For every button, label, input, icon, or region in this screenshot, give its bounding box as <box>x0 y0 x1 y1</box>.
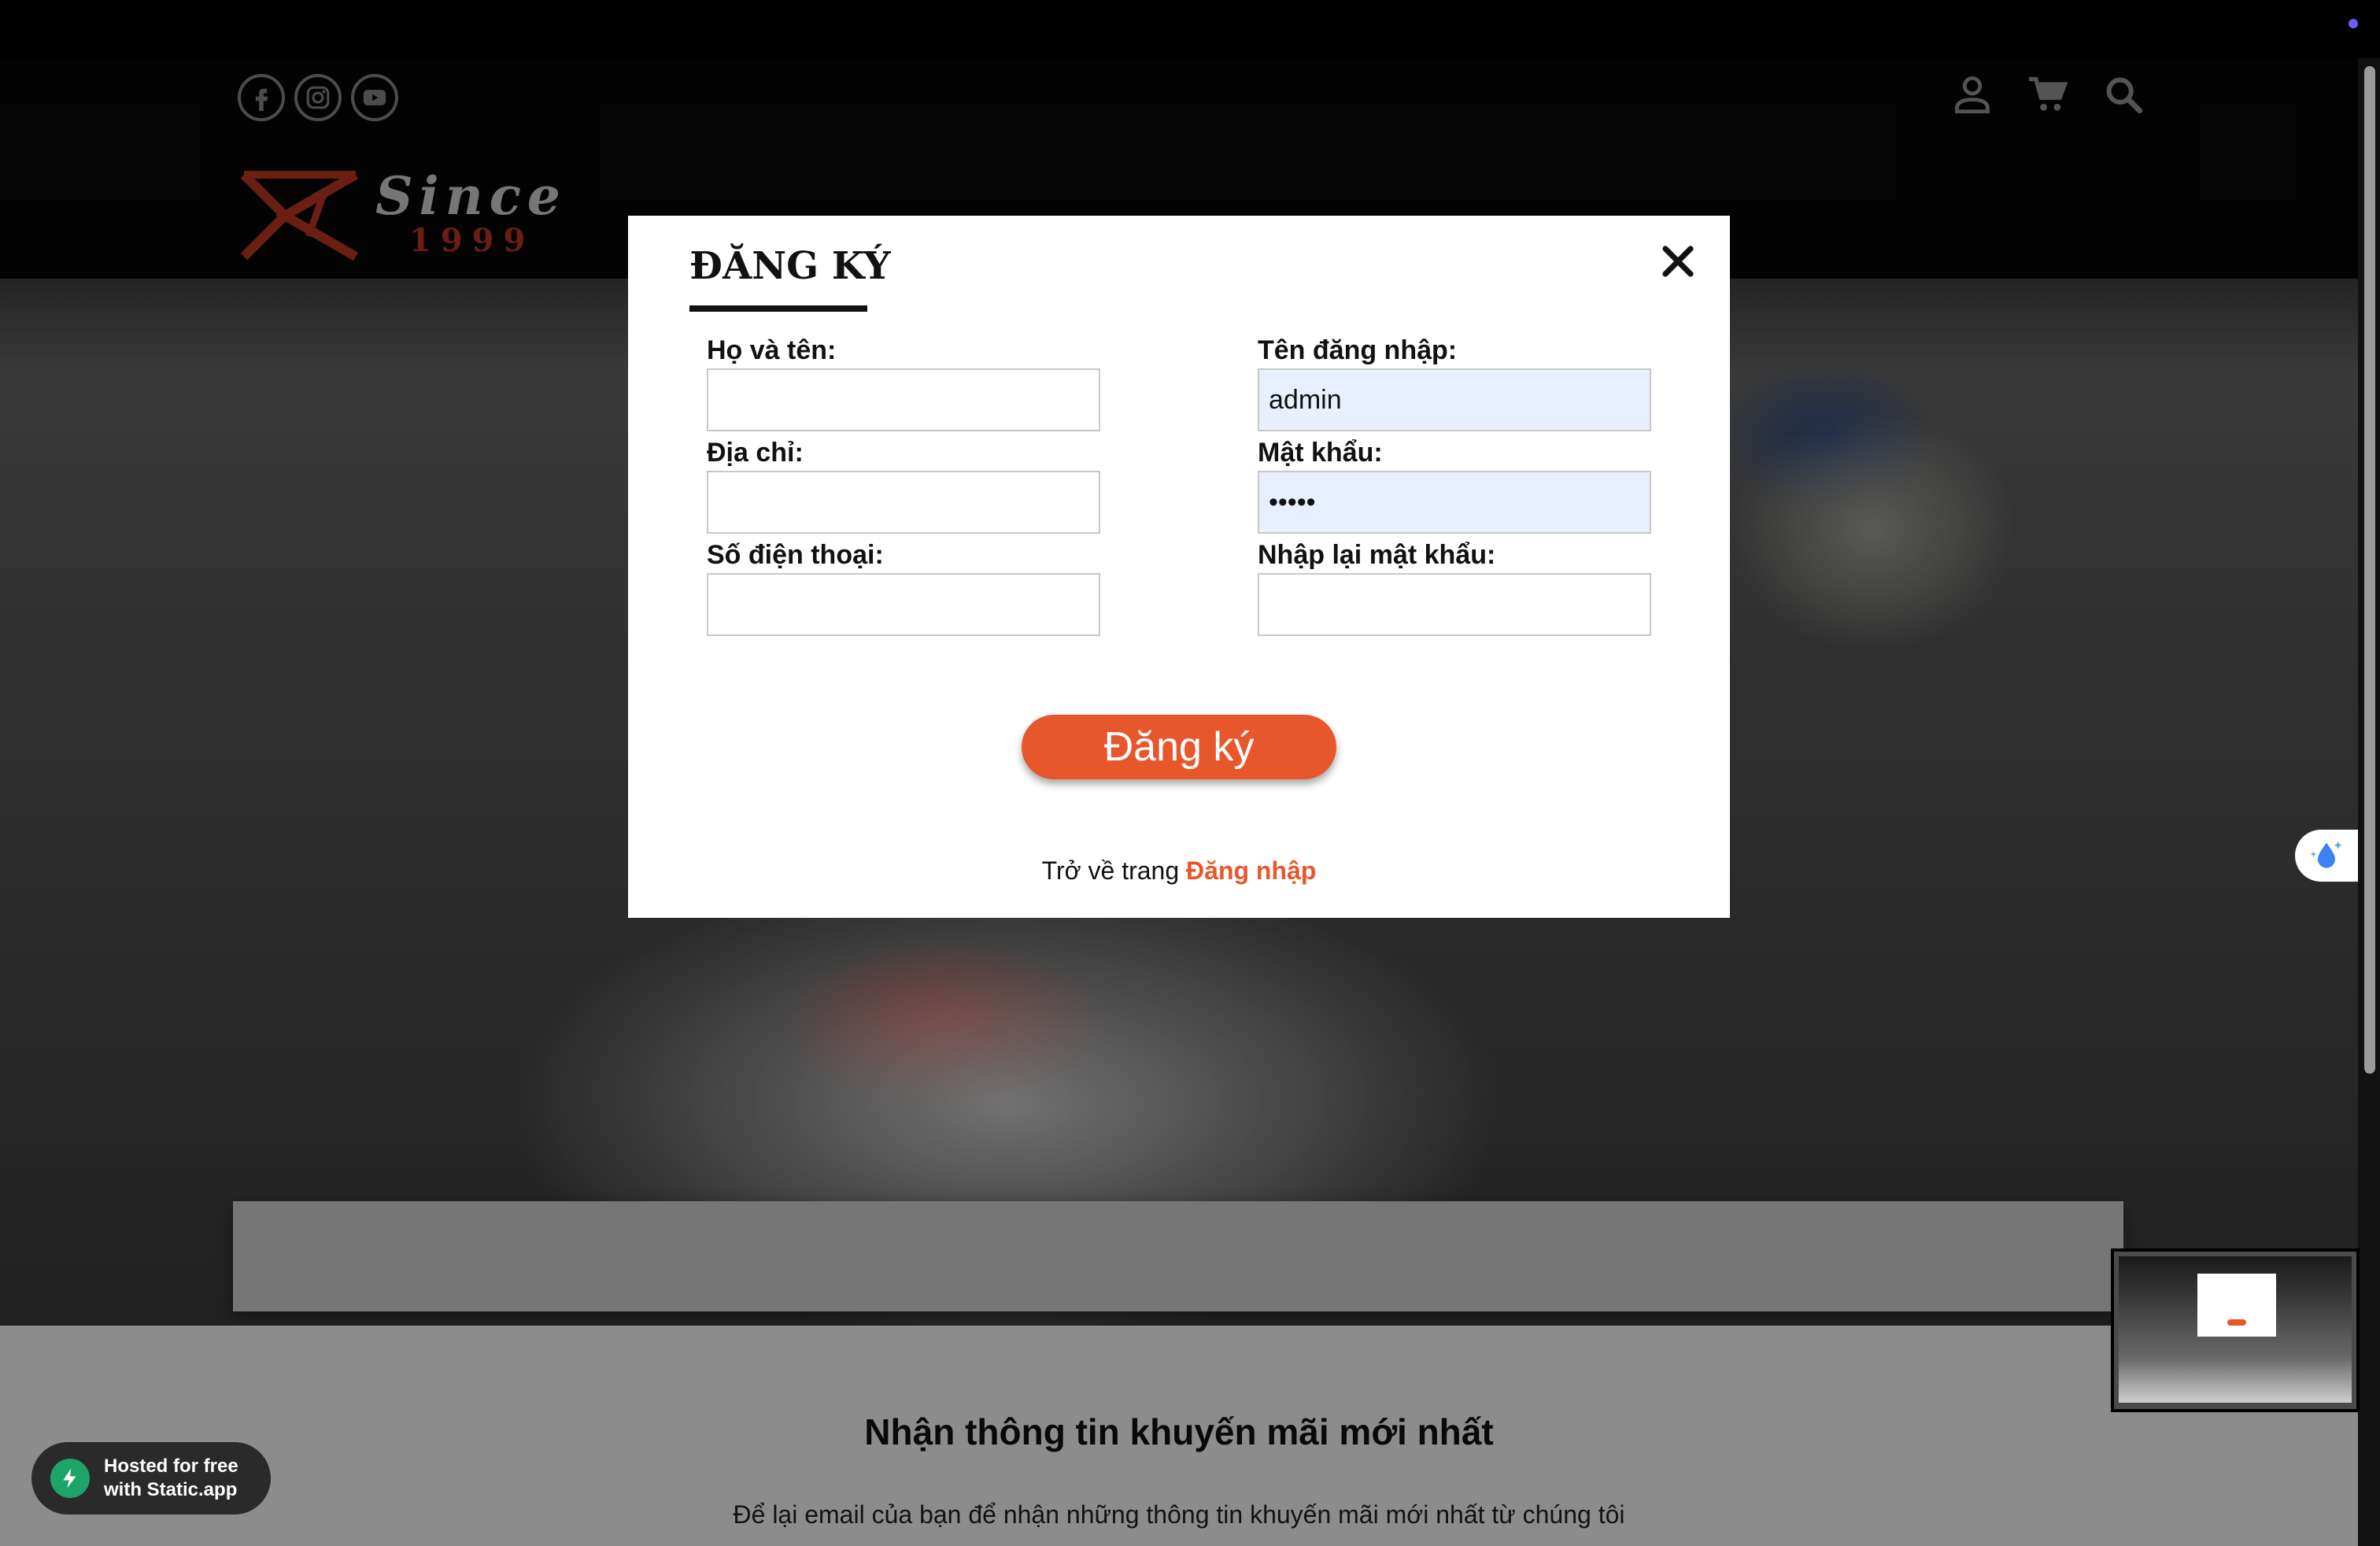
password-field[interactable] <box>1258 471 1651 534</box>
scrollbar-thumb[interactable] <box>2364 66 2375 1074</box>
register-button[interactable]: Đăng ký <box>1022 715 1336 779</box>
hosted-line-2: with Static.app <box>104 1479 238 1500</box>
back-text: Trở về trang <box>1041 856 1180 885</box>
scrollbar[interactable] <box>2358 58 2380 1546</box>
droplet-widget-button[interactable] <box>2295 830 2358 882</box>
hosted-text: Hosted for free with Static.app <box>104 1455 238 1502</box>
browser-top-bar <box>0 0 2380 58</box>
address-label: Địa chỉ: <box>707 438 804 468</box>
close-icon[interactable] <box>1654 238 1702 285</box>
status-dot <box>2349 19 2358 28</box>
lightning-icon <box>50 1459 90 1498</box>
username-label: Tên đăng nhập: <box>1258 335 1458 365</box>
page-preview-thumbnail[interactable] <box>2111 1248 2360 1412</box>
username-field[interactable] <box>1258 368 1651 431</box>
fullname-label: Họ và tên: <box>707 335 837 365</box>
confirm-password-label: Nhập lại mật khẩu: <box>1258 540 1496 570</box>
modal-title: ĐĂNG KÝ <box>689 244 891 288</box>
thumbnail-button <box>2227 1319 2246 1326</box>
register-modal: ĐĂNG KÝ Họ và tên: Địa chỉ: Số điện thoạ… <box>628 216 1730 918</box>
thumbnail-modal <box>2197 1274 2276 1337</box>
fullname-field[interactable] <box>707 368 1100 431</box>
phone-label: Số điện thoại: <box>707 540 884 570</box>
confirm-password-field[interactable] <box>1258 573 1651 636</box>
thumbnail-image <box>2119 1256 2352 1403</box>
back-to-login-line: Trở về trang Đăng nhập <box>628 856 1730 886</box>
hosted-badge[interactable]: Hosted for free with Static.app <box>31 1442 271 1515</box>
phone-field[interactable] <box>707 573 1100 636</box>
login-link[interactable]: Đăng nhập <box>1186 856 1316 885</box>
password-label: Mật khẩu: <box>1258 438 1383 468</box>
address-field[interactable] <box>707 471 1100 534</box>
hosted-line-1: Hosted for free <box>104 1455 238 1477</box>
droplet-sparkle-icon <box>2310 841 2342 868</box>
title-underline <box>689 305 867 312</box>
